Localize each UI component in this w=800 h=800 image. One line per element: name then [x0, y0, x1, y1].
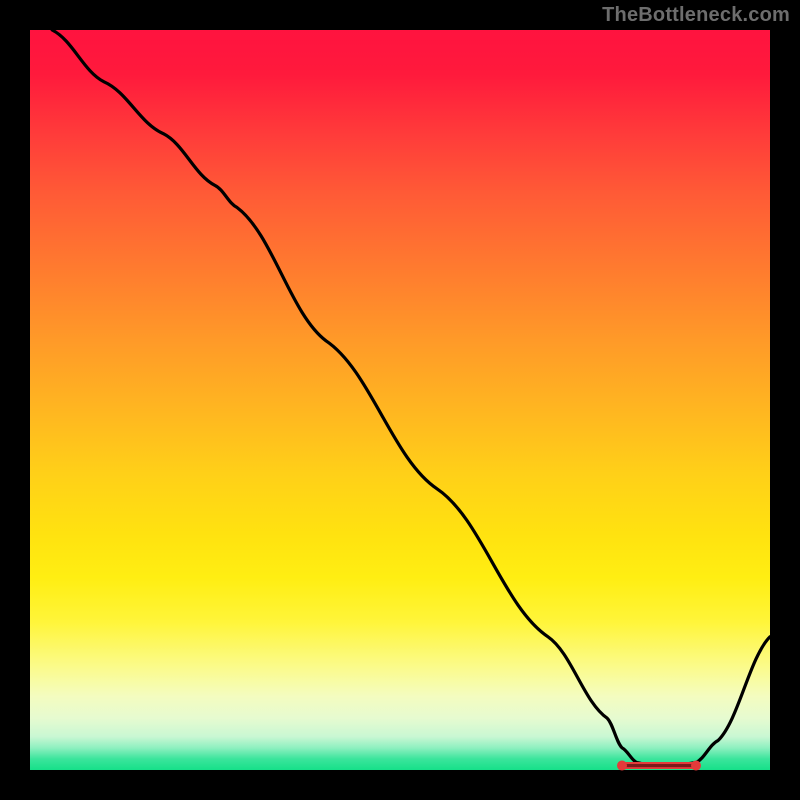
watermark-text: TheBottleneck.com: [602, 4, 790, 27]
chart-svg: [30, 30, 770, 770]
flat-region-endpoint-left: [617, 761, 627, 771]
flat-region-endpoint-right: [691, 761, 701, 771]
chart-frame: TheBottleneck.com: [0, 0, 800, 800]
plot-area: [30, 30, 770, 770]
chart-line: [52, 30, 770, 766]
